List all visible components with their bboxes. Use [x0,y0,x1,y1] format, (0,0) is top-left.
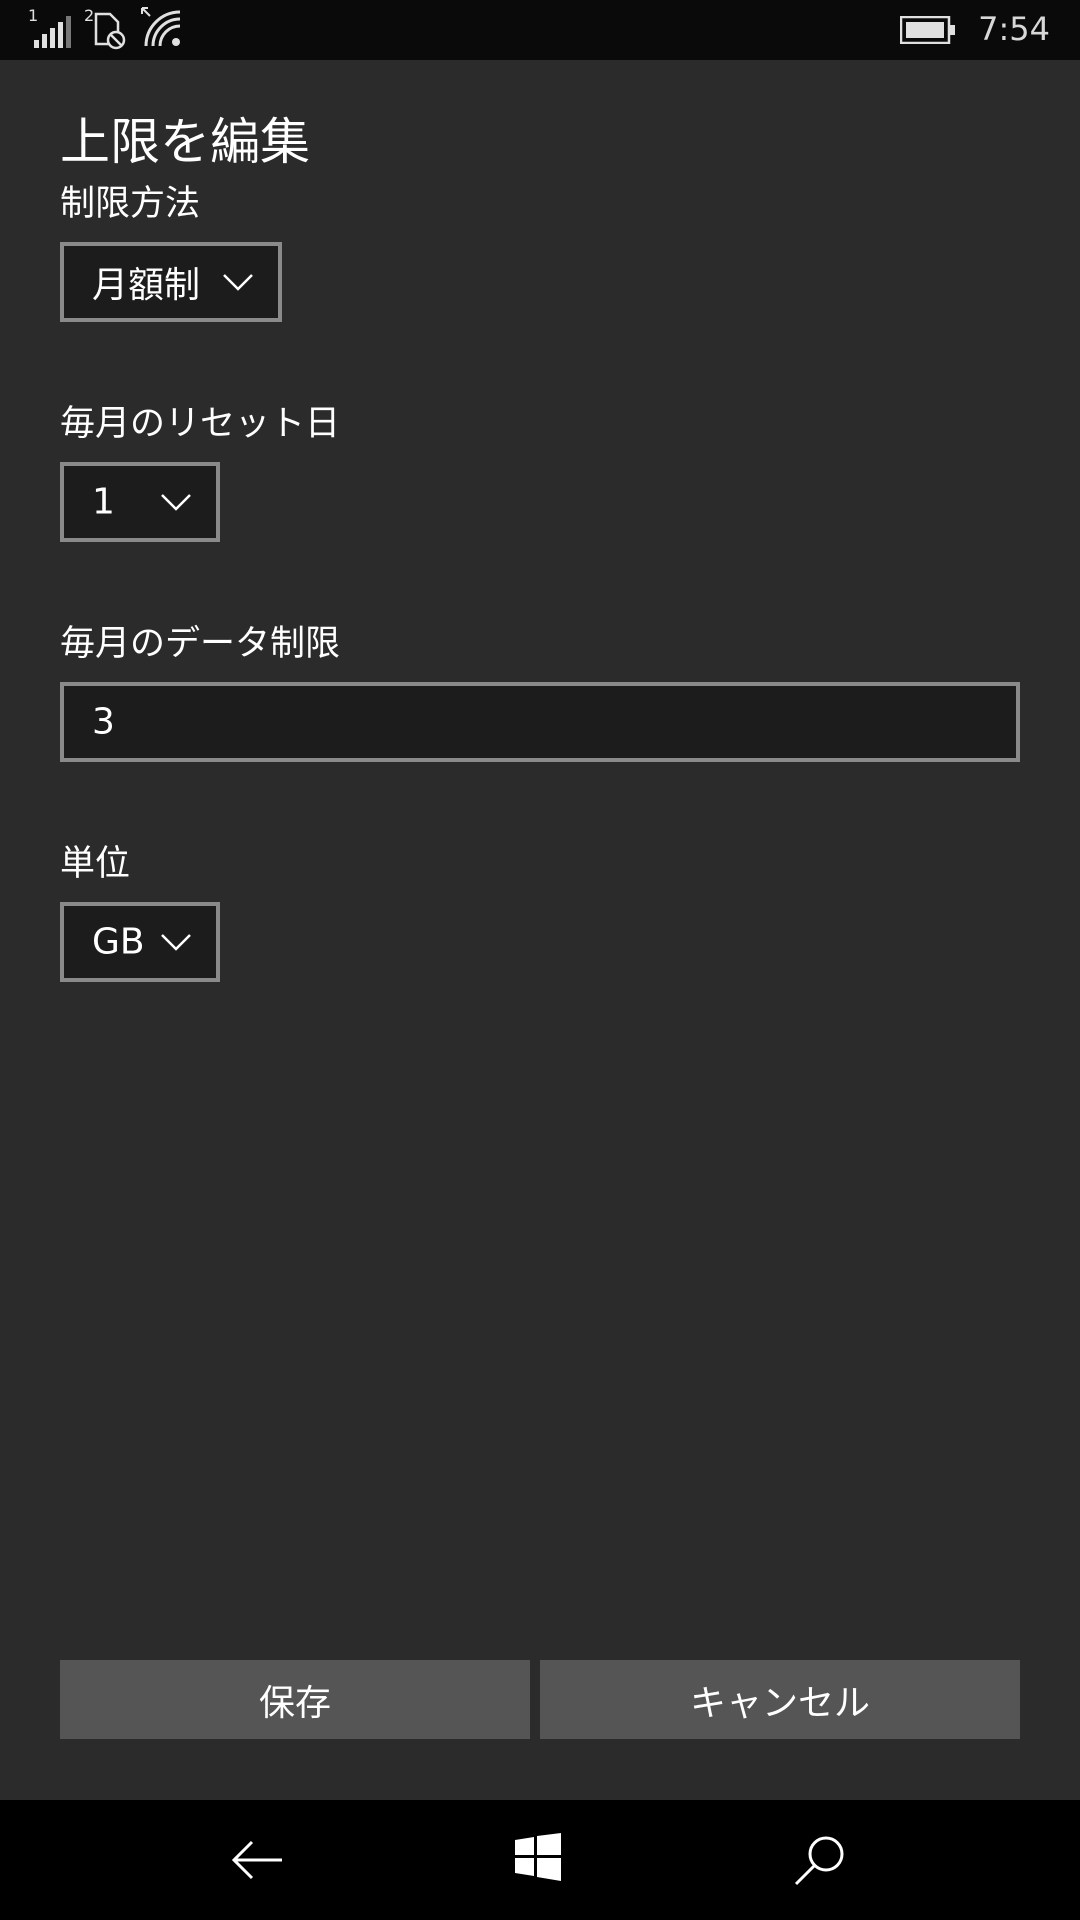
limit-type-dropdown[interactable]: 月額制 [60,242,282,322]
data-limit-value: 3 [92,701,115,743]
chevron-down-icon [161,934,191,951]
battery-icon [899,15,956,48]
reset-day-dropdown[interactable]: 1 [60,462,220,542]
windows-logo-icon[interactable] [513,1832,563,1886]
reset-day-label: 毎月のリセット日 [60,404,341,444]
data-limit-input[interactable]: 3 [60,682,1020,762]
wifi-icon [140,6,184,54]
back-arrow-icon[interactable] [230,1832,286,1892]
clock: 7:54 [978,10,1050,48]
page-title: 上限を編集 [60,113,310,171]
save-button[interactable]: 保存 [60,1660,530,1739]
navigation-bar [0,1800,1080,1920]
save-button-label: 保存 [258,1682,331,1724]
unit-value: GB [92,921,145,963]
cancel-button-label: キャンセル [689,1682,870,1724]
chevron-down-icon [223,274,253,291]
chevron-down-icon [161,494,191,511]
search-icon[interactable] [792,1832,848,1892]
reset-day-value: 1 [92,481,115,523]
unit-dropdown[interactable]: GB [60,902,220,982]
limit-type-value: 月額制 [92,265,201,306]
cancel-button[interactable]: キャンセル [540,1660,1020,1739]
limit-type-label: 制限方法 [60,184,201,224]
unit-label: 単位 [60,844,131,884]
data-limit-label: 毎月のデータ制限 [60,624,341,664]
status-bar: 1 2 7:54 [0,0,1080,60]
